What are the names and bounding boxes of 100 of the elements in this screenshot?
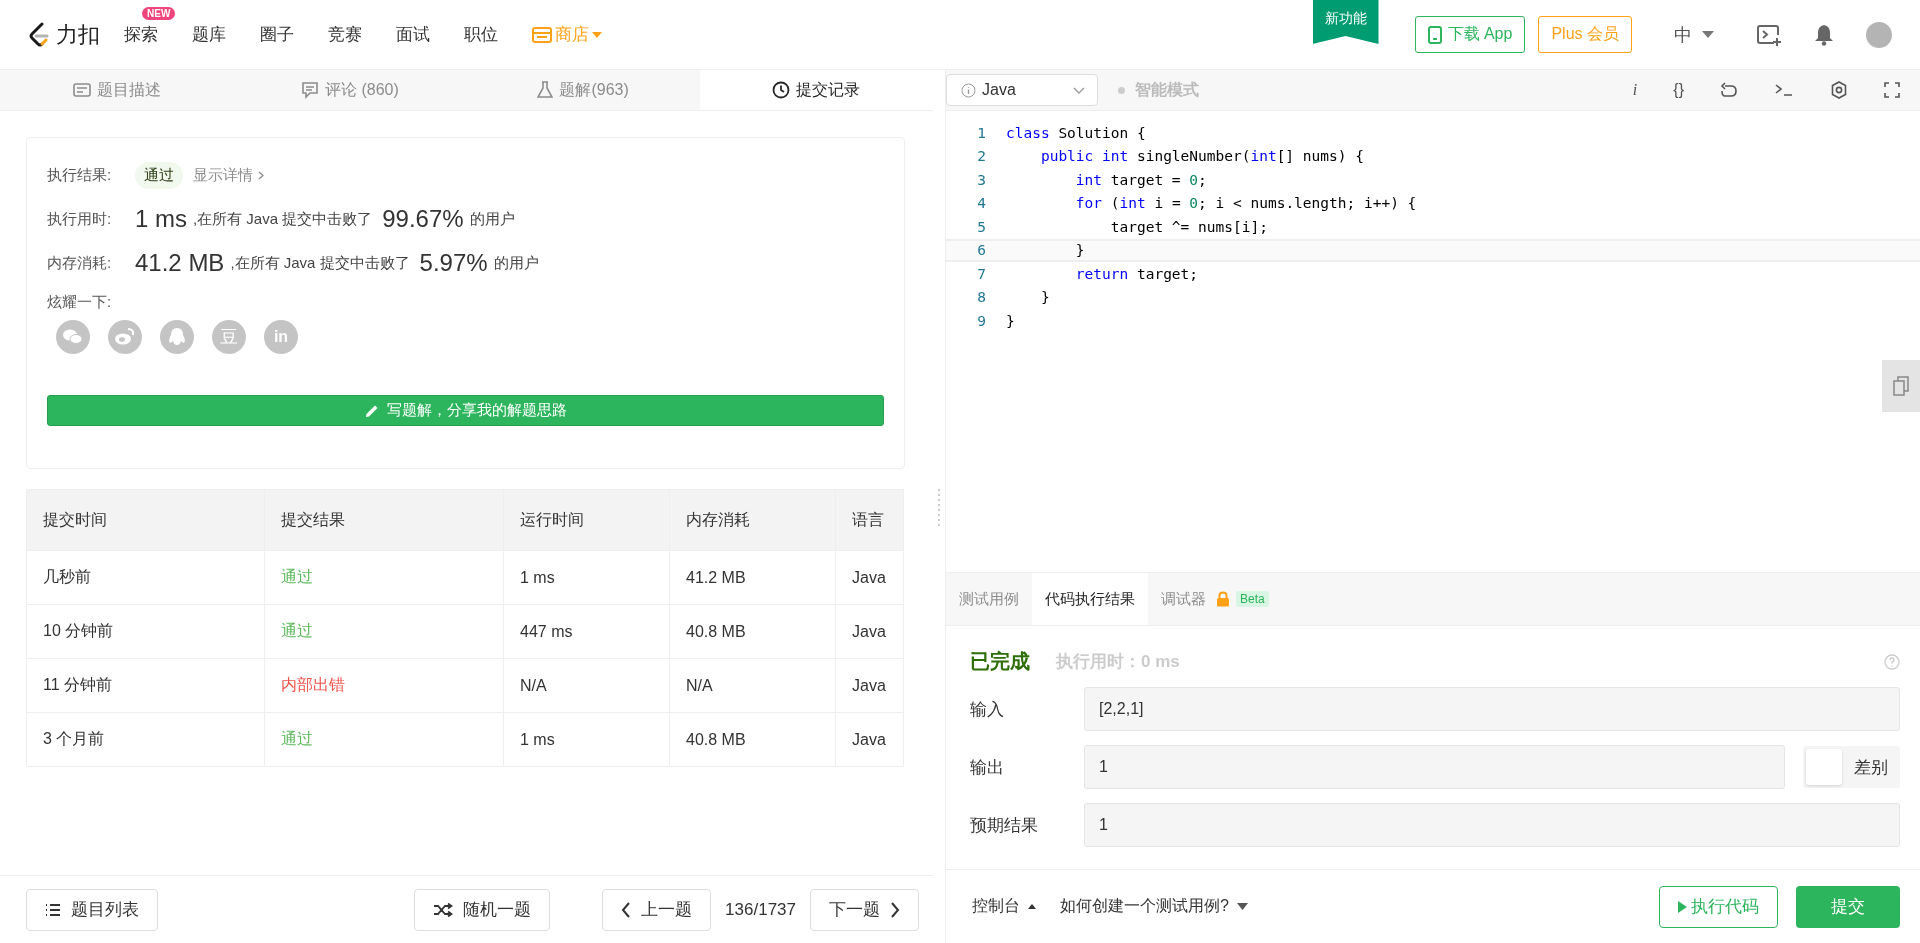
field-label: 输出 xyxy=(970,756,1005,779)
code-line: public int singleNumber(int[] nums) { xyxy=(1039,148,1364,165)
code-line: } xyxy=(1006,312,1015,329)
nav-link[interactable]: 探索 xyxy=(124,23,158,46)
stat-description: ,在所有 Java 提交中击败了 xyxy=(193,209,373,229)
code-line: } xyxy=(1039,289,1050,306)
table-cell: 40.8 MB xyxy=(669,712,836,767)
result-value-box: 1 xyxy=(1084,803,1900,847)
line-number: 3 xyxy=(976,171,986,188)
fullscreen-icon[interactable] xyxy=(1884,82,1900,98)
pencil-icon xyxy=(364,403,379,418)
settings-icon[interactable] xyxy=(1830,81,1848,99)
line-number: 5 xyxy=(976,218,986,235)
stat-value: 41.2 MB xyxy=(135,249,225,277)
caret-icon xyxy=(592,31,602,38)
stat-label: 执行用时: xyxy=(47,209,113,229)
table-cell: 11 分钟前 xyxy=(26,658,265,713)
problem-counter: 136/1737 xyxy=(725,899,796,920)
show-details-link[interactable]: 显示详情 xyxy=(193,166,264,185)
console-toggle[interactable]: 控制台 xyxy=(966,895,1042,918)
info-icon xyxy=(961,82,976,98)
table-cell: N/A xyxy=(669,658,836,713)
shuffle-icon xyxy=(433,902,454,917)
next-problem-button[interactable]: 下一题 xyxy=(810,888,919,931)
previous-problem-button[interactable]: 上一题 xyxy=(602,888,712,931)
table-cell: 10 分钟前 xyxy=(26,604,265,659)
column-header: 内存消耗 xyxy=(669,489,836,551)
stat-percent: 5.97% xyxy=(419,249,488,277)
column-header: 语言 xyxy=(835,489,904,551)
nav-link[interactable]: 职位 xyxy=(464,23,498,46)
code-editor[interactable]: 1 class Solution { 2 public int singleNumber(int[] nums) { 3 int target = 0; 4 for (int i = 0; i < nums.length; i++) { 5 target ^= nums[i]; 6 } 7 return target; 8 } 9 } xyxy=(946,111,1920,572)
panel-tab[interactable]: 提交记录 xyxy=(699,70,933,110)
code-line: return target; xyxy=(1074,265,1199,282)
beta-badge: Beta xyxy=(1236,591,1269,607)
table-cell: Java xyxy=(835,604,904,659)
table-cell: 1 ms xyxy=(503,712,670,767)
chevron-left-icon xyxy=(621,901,632,918)
language-dropdown[interactable]: Java xyxy=(946,74,1098,106)
random-problem-button[interactable]: 随机一题 xyxy=(414,888,551,931)
weibo-icon[interactable] xyxy=(108,320,142,354)
nav-link[interactable]: 圈子 xyxy=(260,23,294,46)
play-icon xyxy=(1678,900,1687,913)
new-feature-ribbon[interactable]: 新功能 xyxy=(1312,0,1379,44)
result-status: 通过 xyxy=(135,162,183,189)
problem-list-button[interactable]: 题目列表 xyxy=(26,888,158,931)
caret-icon xyxy=(1702,31,1714,38)
penguin-icon[interactable] xyxy=(160,320,194,354)
logo-text[interactable]: 力扣 xyxy=(56,19,100,50)
new-badge: NEW xyxy=(142,7,176,20)
status-dot xyxy=(1118,86,1125,94)
chevron-down-icon xyxy=(1073,86,1085,94)
clock-icon xyxy=(772,81,791,99)
table-cell: 40.8 MB xyxy=(669,604,836,659)
diff-label: 差别 xyxy=(1854,756,1888,779)
chevron-right-icon xyxy=(890,901,900,918)
table-cell: 3 个月前 xyxy=(26,712,265,767)
help-icon[interactable] xyxy=(1884,653,1900,670)
code-line: } xyxy=(1074,242,1085,259)
stat-suffix: 的用户 xyxy=(493,253,539,273)
code-line: for (int i = 0; i < nums.length; i++) { xyxy=(1074,195,1417,212)
line-number: 2 xyxy=(976,148,986,165)
table-cell: 1 ms xyxy=(503,550,670,605)
side-panel-tab[interactable] xyxy=(1882,360,1920,412)
resize-handle-icon[interactable] xyxy=(937,486,941,527)
reset-icon[interactable] xyxy=(1720,82,1738,98)
notification-bell-icon[interactable] xyxy=(1814,23,1834,46)
table-cell: N/A xyxy=(503,658,670,713)
stat-description: ,在所有 Java 提交中击败了 xyxy=(230,253,410,273)
language-selector[interactable]: 中 xyxy=(1668,21,1720,48)
table-cell: 几秒前 xyxy=(26,550,265,605)
document-icon xyxy=(72,83,91,97)
line-number: 6 xyxy=(976,242,986,259)
result-link[interactable]: 内部出错 xyxy=(264,658,504,713)
test-case-help-link[interactable]: 如何创建一个测试用例? xyxy=(1054,895,1254,918)
field-label: 预期结果 xyxy=(970,814,1039,837)
table-cell: 447 ms xyxy=(503,604,670,659)
editor-tool-button[interactable]: {} xyxy=(1673,81,1684,99)
line-number: 1 xyxy=(976,124,986,141)
comment-icon xyxy=(300,81,319,99)
column-header: 运行时间 xyxy=(503,489,670,551)
storefront-icon xyxy=(532,26,552,43)
nav-link[interactable]: 题库 xyxy=(192,23,226,46)
terminal-icon[interactable] xyxy=(1774,83,1794,97)
line-number: 8 xyxy=(976,289,986,306)
nav-link[interactable]: 竞赛 xyxy=(328,23,362,46)
logo-icon[interactable] xyxy=(28,21,50,48)
diff-toggle[interactable] xyxy=(1806,749,1842,785)
terminal-add-icon[interactable] xyxy=(1756,22,1782,47)
column-header: 提交结果 xyxy=(264,489,504,551)
stat-label: 内存消耗: xyxy=(47,253,113,273)
user-avatar[interactable] xyxy=(1866,21,1892,48)
table-cell: Java xyxy=(835,658,904,713)
nav-link[interactable]: 面试 xyxy=(396,23,430,46)
line-number: 7 xyxy=(976,265,986,282)
caret-down-icon xyxy=(1236,903,1248,910)
editor-tool-button[interactable]: i xyxy=(1632,81,1638,99)
field-label: 输入 xyxy=(970,698,1005,721)
console-tab[interactable]: 代码执行结果 xyxy=(1032,573,1148,625)
chat-bubbles-icon[interactable] xyxy=(56,320,90,354)
chevron-right-icon xyxy=(258,171,264,180)
